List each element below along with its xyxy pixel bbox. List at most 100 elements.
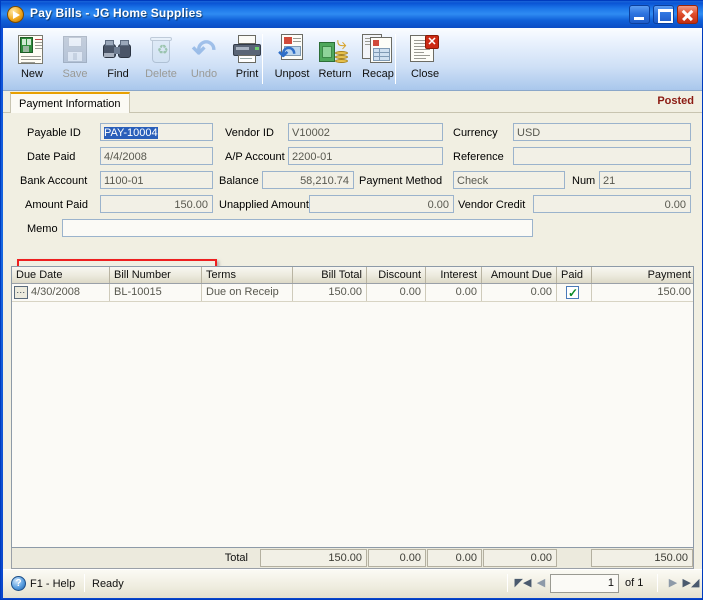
bills-grid: Due Date Bill Number Terms Bill Total Di… xyxy=(11,266,694,548)
currency-input[interactable]: USD xyxy=(513,123,691,141)
cell-amount-due[interactable]: 0.00 xyxy=(482,284,557,301)
recap-report-icon xyxy=(361,34,395,66)
toolbar: New Save Find ♻ Delete ↶ Undo Print ↶ Un… xyxy=(3,28,702,91)
bank-account-label: Bank Account xyxy=(20,175,88,187)
column-header-due-date[interactable]: Due Date xyxy=(12,267,110,283)
toolbar-separator xyxy=(262,34,263,84)
bank-account-input[interactable]: 1100-01 xyxy=(100,171,213,189)
cell-due-date[interactable]: ... 4/30/2008 xyxy=(12,284,110,301)
totals-row: Total 150.00 0.00 0.00 0.00 150.00 xyxy=(11,548,694,569)
floppy-disk-icon xyxy=(58,34,92,66)
close-button-label: Close xyxy=(410,68,440,80)
window-body: Payment Information Posted Payable ID PA… xyxy=(3,91,702,569)
status-divider-3 xyxy=(657,574,658,592)
recap-button[interactable]: Recap xyxy=(352,31,404,87)
vendor-credit-value: 0.00 xyxy=(533,195,691,213)
bills-grid-empty-area[interactable] xyxy=(12,302,693,547)
table-row: ... 4/30/2008 BL-10015 Due on Receip 150… xyxy=(12,284,693,302)
new-document-icon xyxy=(15,34,49,66)
toolbar-separator-2 xyxy=(395,34,396,84)
tab-strip: Payment Information Posted xyxy=(3,91,702,113)
memo-input[interactable] xyxy=(62,219,533,237)
ap-account-input[interactable]: 2200-01 xyxy=(288,147,443,165)
memo-label: Memo xyxy=(27,223,58,235)
status-state-text: Ready xyxy=(92,578,124,590)
totals-bill-total: 150.00 xyxy=(260,549,367,567)
totals-label: Total xyxy=(224,552,248,564)
paid-checkbox[interactable]: ✓ xyxy=(566,286,579,299)
cell-discount[interactable]: 0.00 xyxy=(367,284,426,301)
cell-interest[interactable]: 0.00 xyxy=(426,284,482,301)
pay-bills-window: Pay Bills - JG Home Supplies New Save Fi… xyxy=(0,0,703,600)
close-document-icon: ✕ xyxy=(408,34,442,66)
amount-paid-label: Amount Paid xyxy=(25,199,88,211)
play-circle-icon xyxy=(7,6,24,23)
totals-interest: 0.00 xyxy=(427,549,482,567)
column-header-paid[interactable]: Paid xyxy=(557,267,592,283)
record-number-input[interactable]: 1 xyxy=(550,574,619,593)
cell-bill-number[interactable]: BL-10015 xyxy=(110,284,202,301)
totals-payment: 150.00 xyxy=(591,549,693,567)
num-label: Num xyxy=(572,175,596,187)
minimize-button[interactable] xyxy=(629,5,650,24)
tab-payment-information[interactable]: Payment Information xyxy=(10,92,130,113)
balance-value: 58,210.74 xyxy=(262,171,354,189)
help-link[interactable]: F1 - Help xyxy=(30,578,75,590)
unpost-icon: ↶ xyxy=(275,34,309,66)
balance-label: Balance xyxy=(219,175,259,187)
unapplied-amount-label: Unapplied Amount xyxy=(219,199,309,211)
column-header-terms[interactable]: Terms xyxy=(202,267,293,283)
payment-method-label: Payment Method xyxy=(359,175,443,187)
next-record-icon[interactable]: ▶ xyxy=(664,575,682,592)
num-input[interactable]: 21 xyxy=(599,171,691,189)
date-paid-input[interactable]: 4/4/2008 xyxy=(100,147,213,165)
bills-grid-header: Due Date Bill Number Terms Bill Total Di… xyxy=(12,267,693,284)
payable-id-value: PAY-10004 xyxy=(104,127,158,139)
status-bar: ? F1 - Help Ready ◤◀ ◀ 1 of 1 ▶ ▶◢ xyxy=(3,569,702,598)
cell-paid[interactable]: ✓ xyxy=(557,284,592,301)
column-header-bill-total[interactable]: Bill Total xyxy=(293,267,367,283)
status-badge-posted: Posted xyxy=(657,95,694,107)
column-header-bill-number[interactable]: Bill Number xyxy=(110,267,202,283)
cell-payment[interactable]: 150.00 xyxy=(592,284,693,301)
column-header-payment[interactable]: Payment xyxy=(592,267,693,283)
reference-label: Reference xyxy=(453,151,504,163)
question-mark-icon[interactable]: ? xyxy=(11,576,26,591)
payment-information-panel: Payable ID PAY-10004 Vendor ID V10002 Cu… xyxy=(3,113,702,569)
maximize-button[interactable] xyxy=(653,5,674,24)
totals-discount: 0.00 xyxy=(368,549,426,567)
cell-due-date-value: 4/30/2008 xyxy=(31,286,80,298)
column-header-discount[interactable]: Discount xyxy=(367,267,426,283)
cell-bill-total[interactable]: 150.00 xyxy=(293,284,367,301)
record-count-label: of 1 xyxy=(625,577,644,589)
reference-input[interactable] xyxy=(513,147,691,165)
payment-method-input[interactable]: Check xyxy=(453,171,565,189)
vendor-id-input[interactable]: V10002 xyxy=(288,123,443,141)
ap-account-label: A/P Account xyxy=(225,151,285,163)
currency-label: Currency xyxy=(453,127,498,139)
cell-terms[interactable]: Due on Receip xyxy=(202,284,293,301)
column-header-amount-due[interactable]: Amount Due xyxy=(482,267,557,283)
vendor-id-label: Vendor ID xyxy=(225,127,274,139)
first-record-icon[interactable]: ◤◀ xyxy=(514,575,532,592)
title-bar: Pay Bills - JG Home Supplies xyxy=(1,1,703,28)
column-header-interest[interactable]: Interest xyxy=(426,267,482,283)
amount-paid-input[interactable]: 150.00 xyxy=(100,195,213,213)
close-button[interactable] xyxy=(677,5,698,24)
close-document-button[interactable]: ✕ Close xyxy=(399,31,451,87)
status-divider-2 xyxy=(507,574,508,592)
recap-button-label: Recap xyxy=(362,68,394,80)
undo-arrow-icon: ↶ xyxy=(191,35,217,67)
totals-amount-due: 0.00 xyxy=(483,549,557,567)
window-title: Pay Bills - JG Home Supplies xyxy=(30,6,203,20)
vendor-credit-label: Vendor Credit xyxy=(458,199,526,211)
date-paid-label: Date Paid xyxy=(27,151,76,163)
unapplied-amount-value: 0.00 xyxy=(309,195,454,213)
recycle-bin-icon: ♻ xyxy=(144,34,178,66)
last-record-icon[interactable]: ▶◢ xyxy=(682,575,700,592)
payable-id-input[interactable]: PAY-10004 xyxy=(100,123,213,141)
row-lookup-button[interactable]: ... xyxy=(14,286,28,299)
previous-record-icon[interactable]: ◀ xyxy=(532,575,550,592)
return-money-icon: ⤷ xyxy=(318,34,352,66)
binoculars-icon xyxy=(101,34,135,66)
